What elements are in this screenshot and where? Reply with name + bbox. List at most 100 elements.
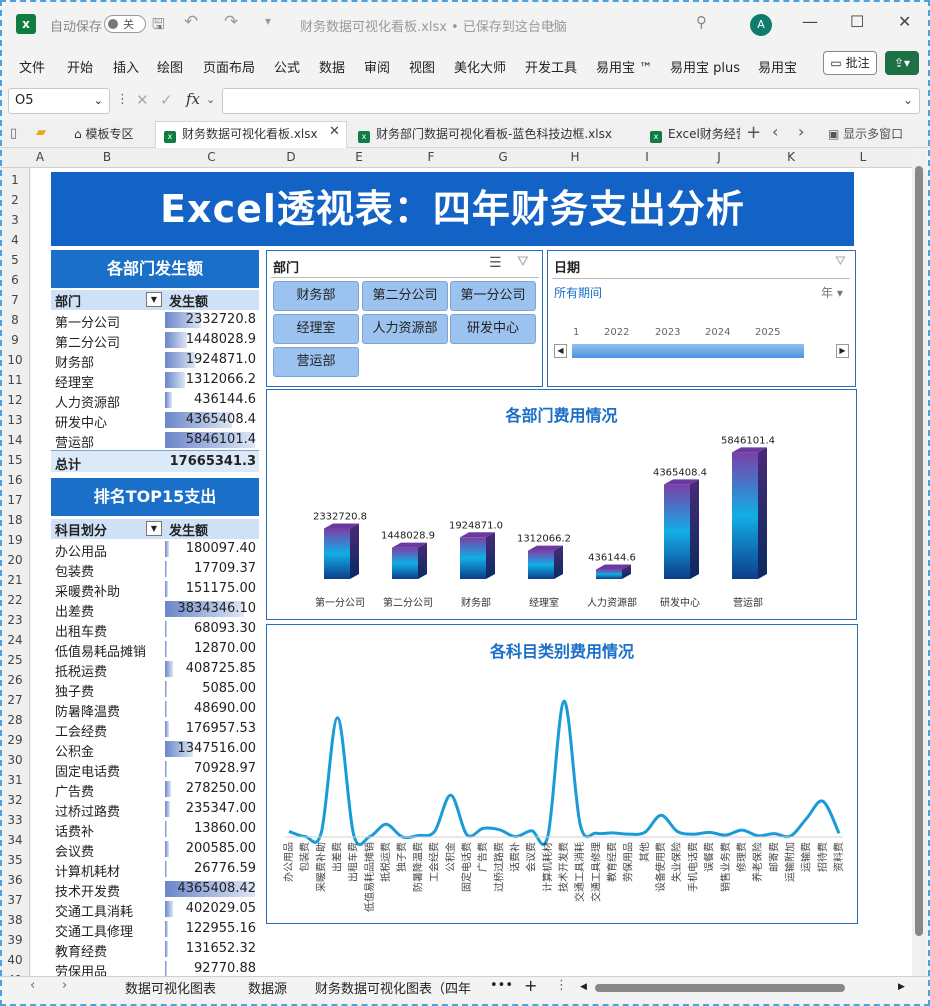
category-cost-chart[interactable]: 各科目类别费用情况 办公用品 包装费 采暖费补助 出差费 出租车费 低值易耗品摊销 抵税运费… [266, 624, 858, 924]
top15-pivot-row[interactable]: 采暖费补助 151175.00 [51, 579, 259, 600]
row-header-23[interactable]: 23 [0, 610, 30, 630]
row-header-19[interactable]: 19 [0, 530, 30, 550]
row-header-16[interactable]: 16 [0, 470, 30, 490]
top15-pivot-row[interactable]: 抵税运费 408725.85 [51, 659, 259, 680]
column-header-h[interactable]: H [539, 150, 611, 164]
top15-pivot-row[interactable]: 固定电话费 70928.97 [51, 759, 259, 780]
top15-pivot-row[interactable]: 包装费 17709.37 [51, 559, 259, 580]
row-header-38[interactable]: 38 [0, 910, 30, 930]
dept-pivot-row[interactable]: 第二分公司 1448028.9 [51, 330, 259, 351]
menu-home[interactable]: 开始 [67, 57, 93, 76]
vertical-scrollbar[interactable] [912, 148, 926, 976]
save-icon[interactable]: 🖫 [152, 14, 165, 39]
sheet-tab-data-source[interactable]: 数据源 [248, 978, 287, 997]
row-header-9[interactable]: 9 [0, 330, 30, 350]
avatar[interactable]: A [750, 14, 772, 36]
top15-pivot-row[interactable]: 会议费 200585.00 [51, 839, 259, 860]
accept-formula-icon[interactable]: ✓ [160, 91, 173, 109]
row-header-4[interactable]: 4 [0, 230, 30, 250]
top15-pivot-row[interactable]: 计算机耗材 26776.59 [51, 859, 259, 880]
close-tab-icon[interactable]: ✕ [329, 124, 340, 139]
autosave-toggle[interactable]: 关 [104, 15, 146, 33]
dept-bar[interactable] [664, 479, 699, 579]
row-header-21[interactable]: 21 [0, 570, 30, 590]
dept-bar[interactable] [460, 532, 495, 579]
column-header-b[interactable]: B [50, 150, 164, 164]
row-header-29[interactable]: 29 [0, 730, 30, 750]
menu-data[interactable]: 数据 [319, 57, 345, 76]
row-header-22[interactable]: 22 [0, 590, 30, 610]
folder-icon[interactable]: ▰ [36, 125, 46, 140]
top15-pivot-row[interactable]: 教育经费 131652.32 [51, 939, 259, 960]
row-header-1[interactable]: 1 [0, 170, 30, 190]
row-header-11[interactable]: 11 [0, 370, 30, 390]
dept-pivot-row[interactable]: 营运部 5846101.4 [51, 430, 259, 451]
row-header-10[interactable]: 10 [0, 350, 30, 370]
tab-finance-dashboard[interactable]: x 财务数据可视化看板.xlsx [164, 125, 318, 143]
column-header-d[interactable]: D [259, 150, 323, 164]
sheet-tab-visual-charts[interactable]: 数据可视化图表 [125, 978, 216, 997]
show-multi-window-button[interactable]: ▣ 显示多窗口 [828, 125, 903, 142]
row-header-37[interactable]: 37 [0, 890, 30, 910]
quick-access-more-icon[interactable]: ▾ [265, 14, 271, 28]
row-header-24[interactable]: 24 [0, 630, 30, 650]
menu-draw[interactable]: 绘图 [157, 57, 183, 76]
dept-cost-chart[interactable]: 各部门费用情况 2332720.8 第一分公司 1448028.9 第二分公司 1924… [266, 389, 857, 620]
slicer-button-rd[interactable]: 研发中心 [450, 314, 536, 344]
column-header-l[interactable]: L [827, 150, 899, 164]
fx-chevron-icon[interactable]: ⌄ [206, 93, 215, 106]
top15-pivot-row[interactable]: 交通工具修理 122955.16 [51, 919, 259, 940]
top15-pivot-row[interactable]: 办公用品 180097.40 [51, 539, 259, 560]
row-header-7[interactable]: 7 [0, 290, 30, 310]
menu-developer[interactable]: 开发工具 [525, 57, 577, 76]
multi-select-icon[interactable]: ☰ [489, 255, 502, 271]
top15-pivot-row[interactable]: 独子费 5085.00 [51, 679, 259, 700]
top15-pivot-row[interactable]: 低值易耗品摊销 12870.00 [51, 639, 259, 660]
dept-pivot-row[interactable]: 经理室 1312066.2 [51, 370, 259, 391]
menu-formulas[interactable]: 公式 [274, 57, 300, 76]
vertical-scroll-thumb[interactable] [915, 166, 923, 936]
timeline-scroll-right-icon[interactable]: ▶ [836, 344, 849, 358]
tab-scroll-left-icon[interactable]: ‹ [772, 122, 778, 141]
formula-input[interactable] [222, 88, 920, 114]
slicer-button-operations[interactable]: 营运部 [273, 347, 359, 377]
row-header-33[interactable]: 33 [0, 810, 30, 830]
row-header-32[interactable]: 32 [0, 790, 30, 810]
slicer-button-finance[interactable]: 财务部 [273, 281, 359, 311]
menu-page-layout[interactable]: 页面布局 [203, 57, 255, 76]
column-header-f[interactable]: F [395, 150, 467, 164]
sheet-tab-more-icon[interactable]: ••• [490, 978, 513, 993]
close-window-icon[interactable]: ✕ [898, 12, 911, 31]
slicer-button-branch-1[interactable]: 第一分公司 [450, 281, 536, 311]
top15-pivot-row[interactable]: 工会经费 176957.53 [51, 719, 259, 740]
row-header-34[interactable]: 34 [0, 830, 30, 850]
row-header-20[interactable]: 20 [0, 550, 30, 570]
column-header-a[interactable]: A [30, 150, 50, 164]
dept-pivot-row[interactable]: 财务部 1924871.0 [51, 350, 259, 371]
sheet-prev-icon[interactable]: ‹ [30, 978, 35, 993]
column-header-k[interactable]: K [755, 150, 827, 164]
row-header-36[interactable]: 36 [0, 870, 30, 890]
h-scroll-left-icon[interactable]: ◀ [580, 982, 587, 992]
top15-pivot-row[interactable]: 技术开发费 4365408.42 [51, 879, 259, 900]
row-header-30[interactable]: 30 [0, 750, 30, 770]
menu-insert[interactable]: 插入 [113, 57, 139, 76]
menu-yiyongbao-plus[interactable]: 易用宝 plus [670, 57, 740, 76]
top15-pivot-row[interactable]: 公积金 1347516.00 [51, 739, 259, 760]
row-header-12[interactable]: 12 [0, 390, 30, 410]
cancel-formula-icon[interactable]: ✕ [136, 91, 149, 109]
top15-pivot-row[interactable]: 交通工具消耗 402029.05 [51, 899, 259, 920]
row-header-17[interactable]: 17 [0, 490, 30, 510]
maximize-icon[interactable]: ☐ [850, 12, 864, 31]
row-header-35[interactable]: 35 [0, 850, 30, 870]
menu-beautify[interactable]: 美化大师 [454, 57, 506, 76]
row-header-2[interactable]: 2 [0, 190, 30, 210]
h-scroll-right-icon[interactable]: ▶ [898, 982, 905, 992]
top15-filter-dropdown-icon[interactable]: ▼ [146, 521, 162, 536]
dept-bar[interactable] [596, 564, 631, 579]
row-header-27[interactable]: 27 [0, 690, 30, 710]
redo-icon[interactable]: ↷ [224, 12, 238, 32]
tab-template-area[interactable]: ⌂ 模板专区 [74, 125, 133, 142]
column-header-e[interactable]: E [323, 150, 395, 164]
menu-yiyongbao-tm[interactable]: 易用宝 ™ [596, 57, 652, 76]
